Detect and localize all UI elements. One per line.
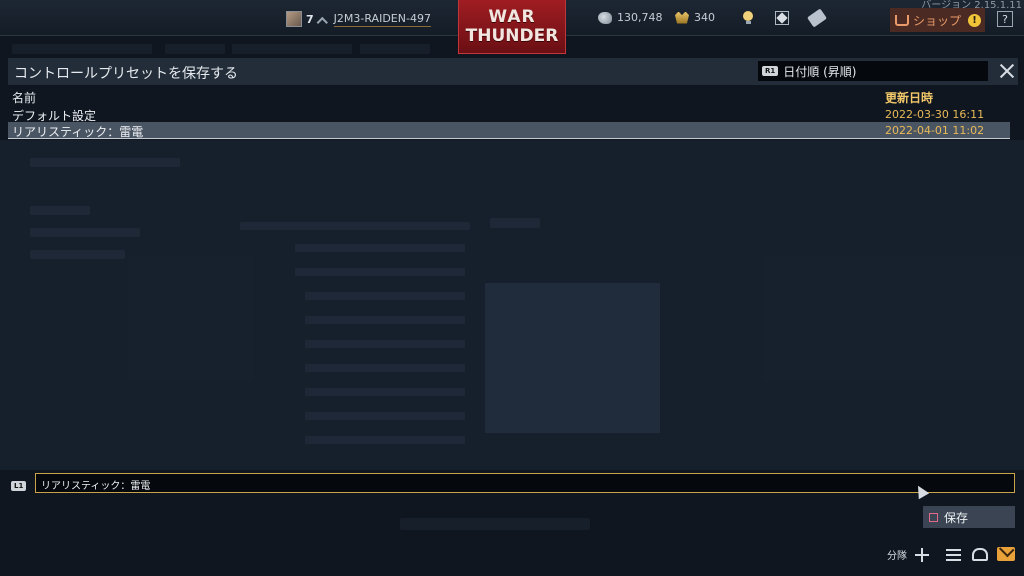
preset-date: 2022-04-01 11:02: [885, 124, 985, 137]
logo-text-line1: WAR: [488, 6, 536, 27]
tips-bulb-icon[interactable]: [743, 11, 753, 25]
silver-lions[interactable]: 130,748: [598, 11, 663, 24]
top-bar: バージョン 2.15.1.11 7 J2M3-RAIDEN-497 WAR TH…: [0, 0, 1024, 54]
contacts-icon[interactable]: [972, 548, 988, 561]
save-button[interactable]: 保存: [923, 506, 1015, 528]
squad-label: 分隊: [887, 551, 907, 562]
golden-eagles-amount: 340: [694, 11, 715, 24]
preset-name-input[interactable]: リアリスティック：雷電: [35, 473, 1015, 493]
list-icon[interactable]: [946, 549, 961, 561]
sort-selector[interactable]: R1 日付順 (昇順): [758, 61, 988, 81]
player-avatar[interactable]: [286, 11, 302, 27]
player-rank: 7: [306, 12, 314, 26]
add-squad-icon[interactable]: [915, 548, 929, 562]
bottom-bar: 分隊: [0, 537, 1024, 576]
golden-eagles-icon: [675, 11, 689, 24]
cart-icon: [895, 14, 909, 26]
close-icon[interactable]: [998, 62, 1016, 80]
silver-lions-amount: 130,748: [617, 11, 663, 24]
alert-icon: !: [968, 13, 982, 27]
preset-date: 2022-03-30 16:11: [885, 108, 985, 121]
column-header-date[interactable]: 更新日時: [885, 89, 933, 106]
silver-lions-icon: [598, 11, 612, 24]
preset-list-header: 名前 更新日時: [12, 89, 1012, 105]
rank-chevron-icon: [316, 16, 328, 29]
shop-button[interactable]: ショップ !: [890, 8, 985, 32]
diamond-icon[interactable]: [775, 11, 789, 25]
mail-icon[interactable]: [997, 547, 1015, 561]
player-name: J2M3-RAIDEN-497: [333, 11, 431, 27]
preset-row[interactable]: デフォルト設定 2022-03-30 16:11: [8, 106, 1010, 123]
square-button-icon: [929, 512, 938, 522]
war-thunder-logo: WAR THUNDER: [458, 0, 566, 54]
l1-button-icon: L1: [11, 481, 27, 491]
logo-text-line2: THUNDER: [465, 25, 559, 46]
r1-button-icon: R1: [762, 66, 779, 76]
dialog-header: コントロールプリセットを保存する R1 日付順 (昇順): [8, 58, 1018, 85]
shop-label: ショップ: [913, 13, 962, 28]
preset-name: リアリスティック：雷電: [12, 125, 144, 139]
sort-label: 日付順 (昇順): [783, 64, 857, 79]
column-header-name[interactable]: 名前: [12, 89, 36, 106]
save-label: 保存: [944, 510, 969, 525]
player-profile[interactable]: 7 J2M3-RAIDEN-497: [286, 10, 431, 29]
help-button[interactable]: ?: [997, 11, 1013, 27]
dialog-title: コントロールプリセットを保存する: [14, 66, 238, 82]
preset-row-selected[interactable]: リアリスティック：雷電 2022-04-01 11:02: [8, 122, 1010, 139]
golden-eagles[interactable]: 340: [675, 11, 715, 24]
battle-pass-ticket-icon[interactable]: [807, 8, 827, 28]
